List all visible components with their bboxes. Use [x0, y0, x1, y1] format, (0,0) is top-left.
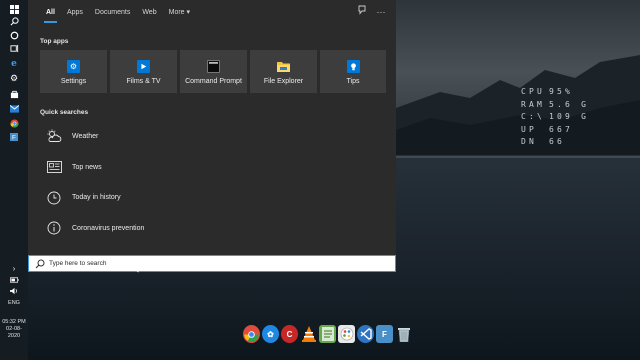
chevron-down-icon: ▾: [186, 9, 191, 16]
sysmon-download: DN 66: [521, 136, 589, 149]
quick-search-label: Weather: [72, 132, 99, 140]
quick-searches-list: Weather Top news Today in history Corona…: [40, 121, 390, 244]
notepad-icon[interactable]: [319, 325, 336, 343]
app-label: Command Prompt: [185, 78, 242, 85]
quick-search-today-in-history[interactable]: Today in history: [40, 182, 390, 213]
search-icon[interactable]: [9, 16, 19, 26]
chrome-taskbar-icon[interactable]: [9, 118, 19, 128]
search-tabs: All Apps Documents Web More ▾: [40, 7, 196, 23]
recycle-bin-icon[interactable]: [395, 325, 412, 343]
settings-taskbar-icon[interactable]: ⚙: [9, 73, 19, 83]
sysmon-label: C:\: [521, 112, 546, 121]
app-label: Settings: [60, 78, 87, 85]
tab-documents[interactable]: Documents: [89, 7, 136, 19]
mail-icon[interactable]: [9, 104, 19, 114]
quick-search-label: Top news: [72, 163, 102, 171]
tab-all[interactable]: All: [40, 7, 61, 23]
volume-icon[interactable]: [9, 286, 19, 296]
sysmon-value: 667: [549, 124, 574, 134]
sysmon-value: 66: [549, 137, 566, 146]
dock: ✿ C F: [243, 325, 412, 343]
sysmon-label: UP: [521, 124, 538, 134]
tab-more-label: More: [168, 9, 185, 16]
edge-icon[interactable]: e: [9, 59, 19, 69]
clock-date[interactable]: 02-08-2020: [0, 326, 28, 340]
quick-search-coronavirus-prevention[interactable]: Coronavirus prevention: [40, 213, 390, 244]
sysmon-ram: RAM 5.6 G: [521, 99, 589, 112]
quick-searches-heading: Quick searches: [40, 109, 89, 116]
lightbulb-icon: [346, 60, 360, 73]
terminal-icon: [207, 60, 220, 73]
quick-search-top-news[interactable]: Top news: [40, 152, 390, 183]
sysmon-label: RAM: [521, 99, 546, 109]
clock-icon: [46, 190, 62, 206]
search-box-icon: [35, 259, 45, 268]
ccleaner-icon[interactable]: C: [281, 325, 298, 343]
news-icon: [46, 159, 62, 175]
system-monitor: CPU 95% RAM 5.6 G C:\ 109 G UP 667 DN 66: [521, 86, 589, 149]
feedback-icon[interactable]: [355, 5, 369, 19]
quick-search-label: Today in history: [72, 194, 121, 202]
svg-text:F: F: [12, 134, 16, 141]
weather-icon: [46, 128, 62, 144]
tab-apps[interactable]: Apps: [61, 7, 89, 19]
info-icon: [46, 220, 62, 236]
play-icon: [137, 60, 150, 73]
quick-search-label: Coronavirus prevention: [72, 224, 145, 232]
top-apps: ⚙ Settings Films & TV Command Prompt Fil…: [40, 50, 386, 93]
sysmon-cpu: CPU 95%: [521, 86, 589, 99]
app-label: Films & TV: [126, 78, 161, 85]
task-view-icon[interactable]: [9, 43, 19, 53]
taskbar: e ⚙ F › ENG 05:32 PM 02-08-2020: [0, 0, 28, 360]
tab-more[interactable]: More ▾: [163, 7, 196, 19]
gear-icon: ⚙: [67, 60, 80, 73]
app-taskbar-icon[interactable]: F: [9, 132, 19, 142]
search-box[interactable]: [28, 255, 396, 272]
app-label: File Explorer: [263, 78, 304, 85]
vlc-icon[interactable]: [300, 325, 317, 343]
ellipsis-icon[interactable]: ···: [374, 5, 388, 19]
sysmon-value: 5.6 G: [549, 99, 590, 109]
app-tile-file-explorer[interactable]: File Explorer: [250, 50, 317, 93]
sysmon-label: DN: [521, 137, 538, 146]
app-tile-tips[interactable]: Tips: [320, 50, 386, 93]
app-tile-command-prompt[interactable]: Command Prompt: [180, 50, 247, 93]
file-icon[interactable]: F: [376, 325, 393, 343]
sysmon-value: 95%: [549, 87, 574, 96]
app-tile-films-tv[interactable]: Films & TV: [110, 50, 177, 93]
language-indicator[interactable]: ENG: [0, 300, 28, 307]
sysmon-disk: C:\ 109 G: [521, 111, 589, 124]
search-panel: All Apps Documents Web More ▾ ··· Top ap…: [28, 0, 396, 255]
sysmon-value: 109 G: [549, 112, 590, 121]
store-icon[interactable]: [9, 89, 19, 99]
folder-icon: [277, 60, 290, 73]
sysmon-upload: UP 667: [521, 124, 589, 137]
sysmon-label: CPU: [521, 87, 546, 96]
search-input[interactable]: [49, 257, 349, 270]
battery-icon[interactable]: [9, 275, 19, 285]
chrome-icon[interactable]: [243, 325, 260, 343]
app-label: Tips: [346, 78, 360, 85]
app-tile-settings[interactable]: ⚙ Settings: [40, 50, 107, 93]
paint-icon[interactable]: [338, 325, 355, 343]
quick-search-weather[interactable]: Weather: [40, 121, 390, 152]
vscode-icon[interactable]: [357, 325, 374, 343]
browser-icon[interactable]: ✿: [262, 325, 279, 343]
tab-web[interactable]: Web: [136, 7, 162, 19]
chevron-up-icon[interactable]: ›: [9, 263, 19, 273]
cortana-icon[interactable]: [9, 30, 19, 40]
clock-time[interactable]: 05:32 PM: [0, 319, 28, 326]
windows-start-icon[interactable]: [9, 4, 19, 14]
top-apps-heading: Top apps: [40, 38, 69, 45]
